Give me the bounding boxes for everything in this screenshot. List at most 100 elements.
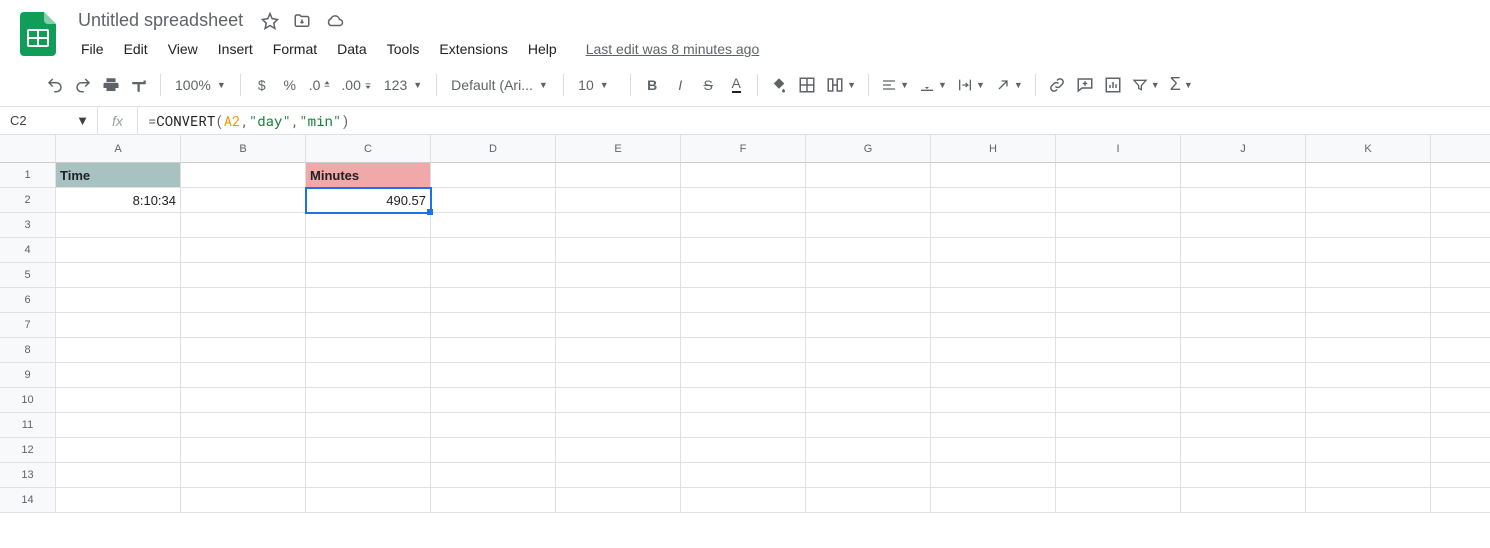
- document-title[interactable]: Untitled spreadsheet: [72, 8, 249, 33]
- cell[interactable]: [56, 413, 181, 438]
- menu-data[interactable]: Data: [328, 37, 376, 61]
- borders-button[interactable]: [794, 72, 820, 98]
- text-color-button[interactable]: A: [723, 72, 749, 98]
- cell[interactable]: [56, 213, 181, 238]
- menu-view[interactable]: View: [159, 37, 207, 61]
- last-edit-link[interactable]: Last edit was 8 minutes ago: [586, 41, 760, 57]
- cell[interactable]: [1306, 438, 1431, 463]
- cell[interactable]: [1056, 313, 1181, 338]
- cell[interactable]: [181, 388, 306, 413]
- column-header[interactable]: I: [1056, 135, 1181, 163]
- cell[interactable]: [56, 363, 181, 388]
- cell[interactable]: [306, 263, 431, 288]
- cell[interactable]: [56, 388, 181, 413]
- cell[interactable]: [306, 388, 431, 413]
- cell-E2[interactable]: [556, 188, 681, 213]
- cell-D2[interactable]: [431, 188, 556, 213]
- column-header[interactable]: L: [1431, 135, 1490, 163]
- cell[interactable]: [931, 388, 1056, 413]
- column-header[interactable]: B: [181, 135, 306, 163]
- cell[interactable]: [1056, 463, 1181, 488]
- cell[interactable]: [306, 288, 431, 313]
- cell[interactable]: [806, 413, 931, 438]
- cell[interactable]: [681, 238, 806, 263]
- cell[interactable]: [181, 313, 306, 338]
- cell[interactable]: [431, 488, 556, 513]
- cell[interactable]: [431, 213, 556, 238]
- row-header[interactable]: 1: [0, 163, 56, 188]
- cell[interactable]: [681, 438, 806, 463]
- cell[interactable]: [56, 463, 181, 488]
- cell[interactable]: [681, 463, 806, 488]
- cell-H2[interactable]: [931, 188, 1056, 213]
- cell[interactable]: [306, 213, 431, 238]
- cell[interactable]: [1431, 338, 1490, 363]
- cell[interactable]: [931, 288, 1056, 313]
- row-header[interactable]: 4: [0, 238, 56, 263]
- cell[interactable]: [431, 463, 556, 488]
- cell[interactable]: [806, 288, 931, 313]
- cell[interactable]: [931, 213, 1056, 238]
- cell[interactable]: [181, 238, 306, 263]
- zoom-dropdown[interactable]: 100%▼: [169, 77, 232, 93]
- horizontal-align-button[interactable]: ▼: [877, 72, 913, 98]
- cell[interactable]: [1306, 413, 1431, 438]
- number-format-dropdown[interactable]: 123▼: [378, 77, 428, 93]
- row-header[interactable]: 3: [0, 213, 56, 238]
- cell[interactable]: [1306, 288, 1431, 313]
- cell[interactable]: [806, 438, 931, 463]
- cell[interactable]: [1181, 313, 1306, 338]
- column-header[interactable]: E: [556, 135, 681, 163]
- cell[interactable]: [1306, 463, 1431, 488]
- cell[interactable]: [806, 338, 931, 363]
- cell[interactable]: [1056, 238, 1181, 263]
- cell[interactable]: [1306, 313, 1431, 338]
- cell[interactable]: [931, 438, 1056, 463]
- cell[interactable]: [1056, 263, 1181, 288]
- cell[interactable]: [181, 288, 306, 313]
- cell[interactable]: [806, 213, 931, 238]
- cell[interactable]: [431, 238, 556, 263]
- menu-tools[interactable]: Tools: [378, 37, 429, 61]
- row-header[interactable]: 8: [0, 338, 56, 363]
- cell[interactable]: [931, 463, 1056, 488]
- cell[interactable]: [806, 388, 931, 413]
- cell[interactable]: [431, 438, 556, 463]
- strikethrough-button[interactable]: S: [695, 72, 721, 98]
- cell-F1[interactable]: [681, 163, 806, 188]
- cell[interactable]: [556, 238, 681, 263]
- cell[interactable]: [681, 413, 806, 438]
- cell[interactable]: [1181, 413, 1306, 438]
- menu-format[interactable]: Format: [264, 37, 326, 61]
- currency-button[interactable]: $: [249, 72, 275, 98]
- menu-insert[interactable]: Insert: [209, 37, 262, 61]
- cell-E1[interactable]: [556, 163, 681, 188]
- cell[interactable]: [681, 313, 806, 338]
- percent-button[interactable]: %: [277, 72, 303, 98]
- row-header[interactable]: 9: [0, 363, 56, 388]
- paint-format-button[interactable]: [126, 72, 152, 98]
- cell[interactable]: [306, 238, 431, 263]
- cell[interactable]: [56, 488, 181, 513]
- cell[interactable]: [1056, 413, 1181, 438]
- cell[interactable]: [56, 313, 181, 338]
- decrease-decimal-button[interactable]: .0: [305, 72, 336, 98]
- row-header[interactable]: 11: [0, 413, 56, 438]
- cell[interactable]: [1306, 363, 1431, 388]
- bold-button[interactable]: B: [639, 72, 665, 98]
- cell[interactable]: [56, 338, 181, 363]
- cell[interactable]: [1306, 213, 1431, 238]
- cell[interactable]: [806, 463, 931, 488]
- font-dropdown[interactable]: Default (Ari...▼: [445, 77, 555, 93]
- cell[interactable]: [931, 338, 1056, 363]
- cell[interactable]: [1181, 463, 1306, 488]
- column-header[interactable]: F: [681, 135, 806, 163]
- cell[interactable]: [1181, 338, 1306, 363]
- text-wrap-button[interactable]: ▼: [953, 72, 989, 98]
- increase-decimal-button[interactable]: .00: [337, 72, 375, 98]
- cell[interactable]: [556, 313, 681, 338]
- print-button[interactable]: [98, 72, 124, 98]
- cell[interactable]: [1181, 388, 1306, 413]
- cell-C1[interactable]: Minutes: [306, 163, 431, 188]
- cell[interactable]: [1306, 338, 1431, 363]
